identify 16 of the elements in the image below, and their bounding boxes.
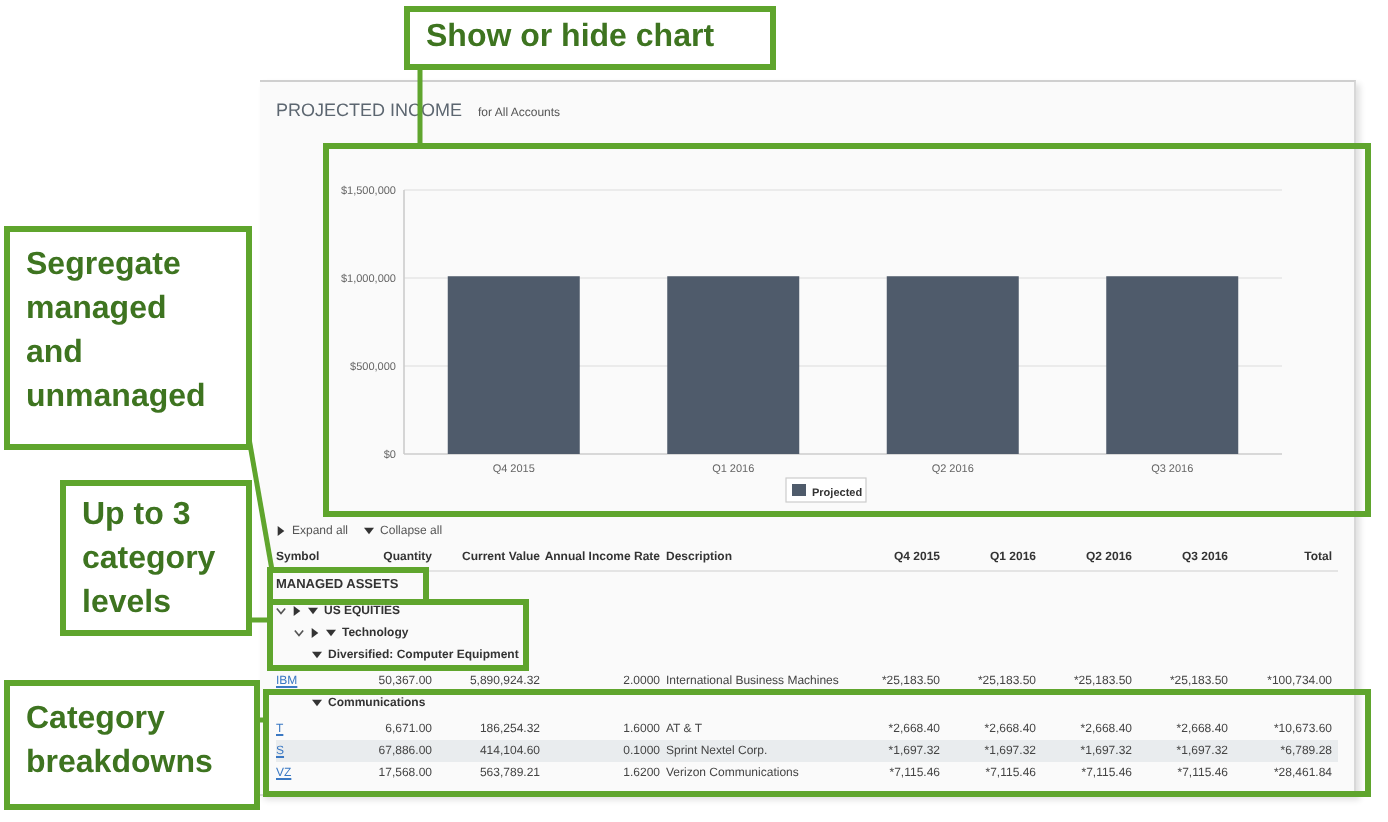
triangle-down-icon — [364, 526, 375, 536]
expand-icon[interactable] — [292, 606, 302, 616]
collapse-icon[interactable] — [308, 606, 318, 616]
callout: Category breakdowns — [4, 680, 260, 810]
legend-swatch — [792, 484, 806, 496]
chevron-down-icon[interactable] — [276, 606, 286, 616]
callout: Show or hide chart — [404, 6, 776, 70]
chevron-down-icon[interactable] — [294, 628, 304, 638]
triangle-down-icon[interactable] — [312, 650, 322, 660]
callout: Segregate managed and unmanaged — [4, 226, 252, 450]
leader-line — [252, 617, 270, 623]
callout: Up to 3 category levels — [60, 480, 252, 636]
triangle-down-icon[interactable] — [312, 698, 322, 708]
expand-icon[interactable] — [310, 628, 320, 638]
triangle-right-icon — [276, 526, 286, 536]
collapse-icon[interactable] — [326, 628, 336, 638]
